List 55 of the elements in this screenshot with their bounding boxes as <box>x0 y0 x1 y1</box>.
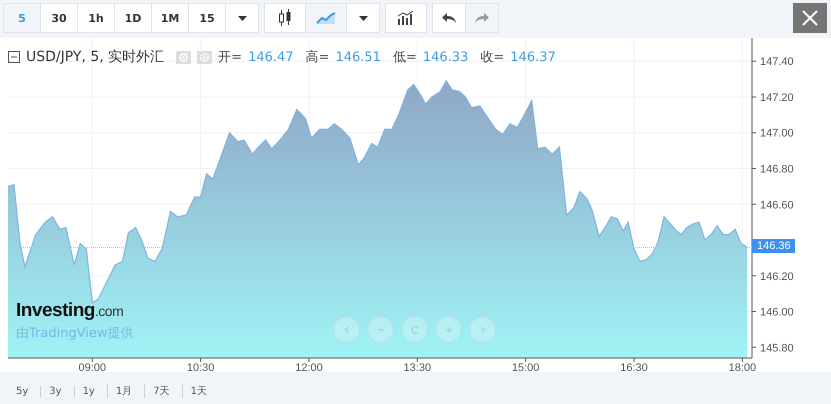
chart-style-dropdown[interactable] <box>346 3 380 33</box>
line-chart-icon <box>316 12 336 24</box>
range-button[interactable]: 5y <box>8 386 40 396</box>
brand-logo: Investing.com <box>16 300 124 322</box>
interval-tab[interactable]: 1h <box>77 3 115 33</box>
ohlc-value: 146.37 <box>510 50 556 64</box>
range-button[interactable]: 7天 <box>144 384 182 398</box>
range-button[interactable]: 1月 <box>106 384 144 398</box>
interval-dropdown[interactable] <box>225 3 259 33</box>
close-icon <box>802 10 818 26</box>
x-tick-label: 10:30 <box>186 362 214 372</box>
y-tick-label: 147.20 <box>760 92 794 104</box>
y-tick-label: 145.80 <box>760 342 794 354</box>
ohlc-label: 低= <box>392 49 417 66</box>
interval-tab[interactable]: 1M <box>151 3 189 33</box>
y-tick-label: 147.00 <box>760 128 794 140</box>
y-tick-label: 146.60 <box>760 199 794 212</box>
ohlc-value: 146.51 <box>335 50 381 64</box>
y-tick-label: 146.20 <box>760 270 794 283</box>
eye-icon[interactable] <box>176 50 192 64</box>
x-tick-label: 18:00 <box>728 362 756 372</box>
reset-icon <box>408 324 420 336</box>
ohlc-label: 收= <box>480 49 504 66</box>
range-button[interactable]: 3y <box>40 386 74 396</box>
caret-icon <box>238 16 246 20</box>
y-tick-label: 146.00 <box>760 306 794 319</box>
range-button[interactable]: 1天 <box>182 384 219 398</box>
bar-chart-icon <box>397 11 415 25</box>
chart-style-button[interactable] <box>264 3 306 33</box>
ohlc-label: 高= <box>306 49 330 66</box>
settings-icon[interactable] <box>197 50 212 64</box>
y-tick-label: 147.40 <box>760 56 794 68</box>
undo-button[interactable] <box>432 3 466 33</box>
x-tick-label: 13:30 <box>404 362 432 372</box>
interval-tab[interactable]: 30 <box>40 3 78 33</box>
candlestick-icon <box>278 8 292 28</box>
x-tick-label: 15:00 <box>512 362 540 372</box>
collapse-icon[interactable] <box>8 51 20 63</box>
redo-arrow-icon <box>474 12 490 24</box>
ohlc-value: 146.33 <box>422 50 468 64</box>
x-tick-label: 12:00 <box>295 362 323 372</box>
interval-tab[interactable]: 15 <box>188 3 226 33</box>
close-button[interactable] <box>793 3 827 33</box>
y-tick-label: 146.80 <box>760 164 794 176</box>
current-price-tag: 146.36 <box>752 239 795 254</box>
ohlc-label: 开= <box>218 49 242 66</box>
caret-icon <box>358 16 368 20</box>
interval-tab[interactable]: 1D <box>114 3 152 33</box>
x-tick-label: 09:00 <box>78 362 106 372</box>
undo-arrow-icon <box>441 12 457 24</box>
symbol-title: USD/JPY, 5, 实时外汇 <box>26 48 164 66</box>
indicators-button[interactable] <box>385 3 427 33</box>
range-button[interactable]: 1y <box>74 386 107 396</box>
x-tick-label: 16:30 <box>620 362 648 372</box>
ohlc-value: 146.47 <box>248 50 294 64</box>
